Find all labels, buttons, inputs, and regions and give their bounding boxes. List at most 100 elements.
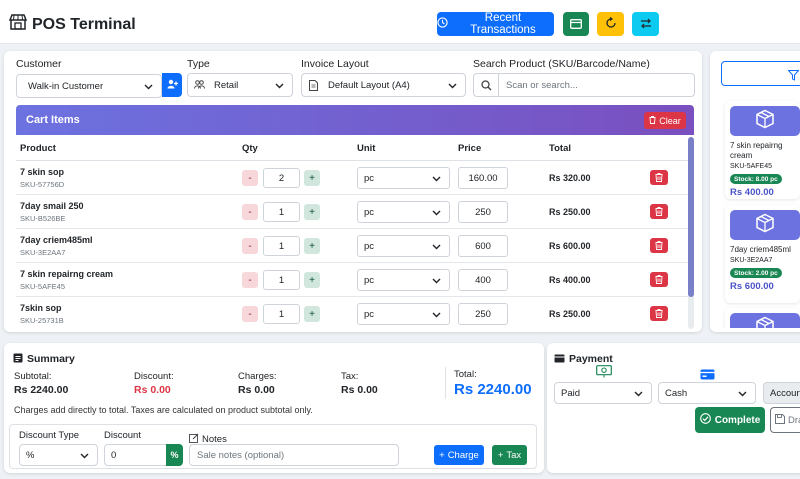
sale-notes-placeholder: Sale notes (optional) [197, 449, 285, 461]
invoice-layout-select[interactable]: Default Layout (A4) [301, 73, 466, 97]
product-card-price: Rs 400.00 [730, 187, 774, 198]
col-unit: Unit [357, 143, 376, 154]
line-total: Rs 320.00 [549, 173, 591, 183]
remove-item-button[interactable] [650, 306, 668, 321]
add-customer-button[interactable] [162, 73, 182, 97]
draft-button[interactable]: Dra [770, 407, 800, 433]
qty-decrease-button[interactable]: - [242, 204, 258, 220]
col-price: Price [458, 143, 482, 154]
table-row: 7day criem485ml SKU-3E2AA7 -1 + pc 600 Rs 600.… [16, 228, 688, 262]
payment-status-select[interactable]: Paid [554, 382, 652, 404]
payment-method-select[interactable]: Cash [658, 382, 756, 404]
trash-icon [655, 305, 663, 323]
qty-input[interactable]: 1 [263, 236, 300, 256]
user-plus-icon [167, 76, 178, 94]
line-total: Rs 400.00 [549, 275, 591, 285]
qty-input[interactable]: 2 [263, 168, 300, 188]
product-sku: SKU-25731B [20, 316, 64, 325]
unit-select[interactable]: pc [357, 235, 450, 257]
search-input[interactable]: Scan or search... [473, 73, 695, 97]
price-input[interactable]: 400 [458, 269, 508, 291]
payment-method-value: Cash [665, 387, 688, 399]
check-circle-icon [699, 413, 711, 427]
customer-value: Walk-in Customer [28, 80, 104, 92]
qty-decrease-button[interactable]: - [242, 306, 258, 322]
product-card[interactable] [725, 308, 800, 328]
filter-icon [787, 68, 800, 86]
sale-notes-input[interactable]: Sale notes (optional) [189, 444, 399, 466]
tax-value: Rs 0.00 [341, 384, 378, 396]
cart-scrollbar-thumb[interactable] [688, 137, 694, 297]
product-card-price: Rs 600.00 [730, 281, 774, 292]
price-input[interactable]: 250 [458, 303, 508, 325]
add-charge-button[interactable]: + Charge [434, 445, 484, 465]
qty-input[interactable]: 1 [263, 202, 300, 222]
cart-header: Cart Items Clear [16, 105, 694, 135]
qty-input[interactable]: 1 [263, 304, 300, 324]
product-card[interactable]: 7 skin repairng cream SKU-5AFE45 Stock: 8.… [725, 101, 800, 199]
product-name: 7 skin sop [20, 167, 65, 177]
total-label: Total: [454, 369, 477, 380]
account-label: Account [770, 387, 800, 399]
discount-input[interactable]: 0 [104, 444, 167, 466]
qty-increase-button[interactable]: + [304, 170, 320, 186]
qty-input[interactable]: 1 [263, 270, 300, 290]
chevron-down-icon [634, 389, 643, 400]
account-select[interactable]: Account [763, 382, 800, 404]
refresh-button[interactable] [597, 12, 624, 36]
stock-badge: Stock: 2.00 pc [730, 268, 782, 278]
table-row: 7skin sop SKU-25731B -1 + pc 250 Rs 250.00 [16, 296, 688, 330]
remove-item-button[interactable] [650, 170, 668, 185]
qty-increase-button[interactable]: + [304, 204, 320, 220]
remove-item-button[interactable] [650, 272, 668, 287]
cart-title: Cart Items [26, 114, 80, 126]
product-card[interactable]: 7day criem485ml SKU-3E2AA7 Stock: 2.00 pc R… [725, 205, 800, 303]
cash-drawer-button[interactable] [563, 12, 589, 36]
qty-decrease-button[interactable]: - [242, 170, 258, 186]
recent-transactions-button[interactable]: Recent Transactions [437, 12, 554, 36]
box-icon [755, 213, 775, 238]
unit-select[interactable]: pc [357, 167, 450, 189]
complete-button[interactable]: Complete [695, 407, 765, 433]
clear-cart-button[interactable]: Clear [644, 112, 686, 129]
search-product-label: Search Product (SKU/Barcode/Name) [473, 58, 650, 70]
type-select[interactable]: Retail [187, 73, 293, 97]
unit-select[interactable]: pc [357, 269, 450, 291]
page-title: POS Terminal [32, 15, 136, 33]
col-product: Product [20, 143, 56, 154]
qty-increase-button[interactable]: + [304, 238, 320, 254]
remove-item-button[interactable] [650, 238, 668, 253]
add-tax-button[interactable]: + Tax [492, 445, 527, 465]
qty-decrease-button[interactable]: - [242, 272, 258, 288]
discount-type-select[interactable]: % [19, 444, 98, 466]
tax-label: Tax: [341, 371, 359, 382]
chevron-down-icon [144, 82, 153, 93]
price-input[interactable]: 160.00 [458, 167, 508, 189]
unit-select[interactable]: pc [357, 201, 450, 223]
qty-decrease-button[interactable]: - [242, 238, 258, 254]
swap-button[interactable] [632, 12, 659, 36]
price-input[interactable]: 600 [458, 235, 508, 257]
chevron-down-icon [432, 242, 441, 253]
summary-title: Summary [27, 353, 75, 365]
unit-value: pc [364, 206, 375, 218]
charges-label: Charges: [238, 371, 277, 382]
chevron-down-icon [432, 276, 441, 287]
customer-select[interactable]: Walk-in Customer [16, 74, 162, 98]
clear-label: Clear [659, 115, 681, 126]
invoice-layout-value: Default Layout (A4) [328, 79, 410, 91]
trash-icon [655, 237, 663, 255]
filter-button[interactable] [721, 61, 800, 86]
qty-increase-button[interactable]: + [304, 272, 320, 288]
remove-item-button[interactable] [650, 204, 668, 219]
receipt-icon [13, 350, 23, 368]
box-icon [755, 316, 775, 328]
stock-badge: Stock: 8.00 pc [730, 174, 782, 184]
qty-increase-button[interactable]: + [304, 306, 320, 322]
product-image [730, 210, 800, 240]
line-total: Rs 250.00 [549, 309, 591, 319]
price-input[interactable]: 250 [458, 201, 508, 223]
chevron-down-icon [432, 174, 441, 185]
unit-select[interactable]: pc [357, 303, 450, 325]
notes-label: Notes [202, 433, 227, 445]
